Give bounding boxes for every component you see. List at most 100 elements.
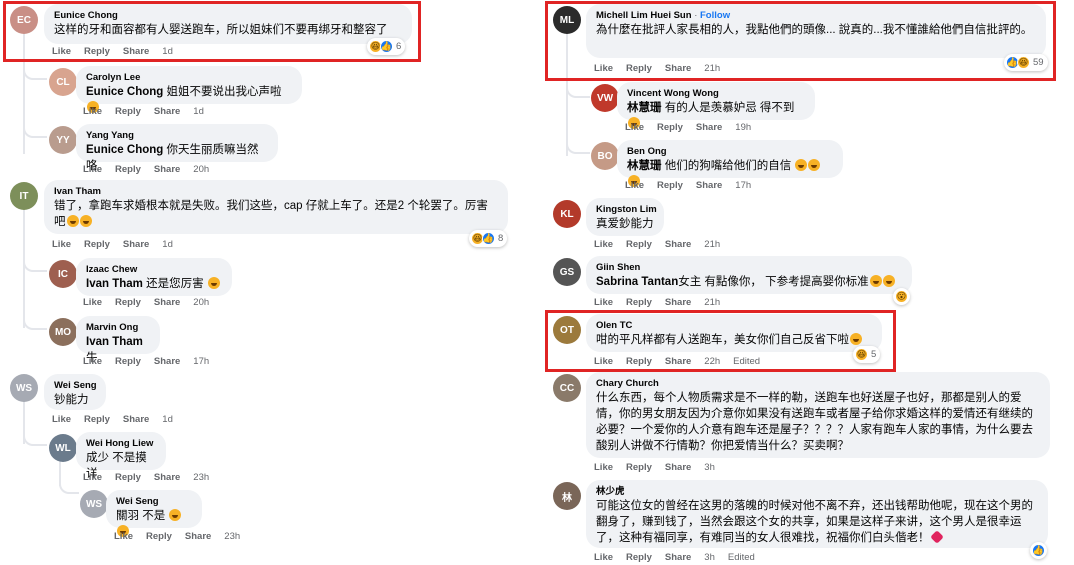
reply-button[interactable]: Reply	[626, 462, 652, 473]
comment-author[interactable]: Vincent Wong Wong	[627, 87, 805, 100]
share-button[interactable]: Share	[185, 531, 211, 542]
share-button[interactable]: Share	[123, 239, 149, 250]
avatar[interactable]: MO	[49, 318, 77, 346]
mention-link[interactable]: 林慧珊	[627, 160, 662, 172]
comment-author[interactable]: Ivan Tham	[54, 185, 498, 198]
comment-author[interactable]: Carolyn Lee	[86, 71, 292, 84]
like-button[interactable]: Like	[83, 164, 102, 175]
comment-author[interactable]: 林少虎	[596, 485, 1038, 498]
comment-author[interactable]: Giin Shen	[596, 261, 902, 274]
reply-button[interactable]: Reply	[626, 297, 652, 308]
share-button[interactable]: Share	[665, 552, 691, 563]
reply-button[interactable]: Reply	[115, 106, 141, 117]
comment-author[interactable]: Marvin Ong	[86, 321, 150, 334]
timestamp[interactable]: 17h	[193, 356, 209, 367]
share-button[interactable]: Share	[154, 356, 180, 367]
comment-actions: Like Reply Share 20h	[83, 164, 222, 175]
reply-button[interactable]: Reply	[146, 531, 172, 542]
reply-button[interactable]: Reply	[115, 297, 141, 308]
comment-author[interactable]: Chary Church	[596, 377, 1040, 390]
timestamp[interactable]: 3h	[704, 462, 715, 473]
comment-text: 可能这位女的曾经在这男的落魄的时候对他不离不弃，还出钱帮助他呢，现在这个男的翻身…	[596, 500, 1033, 544]
timestamp[interactable]: 3h	[704, 552, 715, 563]
mention-link[interactable]: Eunice Chong	[86, 86, 163, 98]
share-button[interactable]: Share	[123, 414, 149, 425]
reply-button[interactable]: Reply	[657, 180, 683, 191]
timestamp[interactable]: 1d	[162, 414, 173, 425]
timestamp[interactable]: 21h	[704, 297, 720, 308]
share-button[interactable]: Share	[665, 462, 691, 473]
reply-button[interactable]: Reply	[657, 122, 683, 133]
timestamp[interactable]: 17h	[735, 180, 751, 191]
timestamp[interactable]: 20h	[193, 297, 209, 308]
reply-button[interactable]: Reply	[626, 552, 652, 563]
share-button[interactable]: Share	[154, 164, 180, 175]
share-button[interactable]: Share	[696, 122, 722, 133]
avatar[interactable]: IC	[49, 260, 77, 288]
mention-link[interactable]: Ivan Tham	[86, 336, 143, 348]
like-button[interactable]: Like	[83, 356, 102, 367]
reaction-summary[interactable]: 👍	[1030, 542, 1047, 559]
comment-author[interactable]: Wei Hong Liew	[86, 437, 156, 450]
reply-button[interactable]: Reply	[84, 414, 110, 425]
share-button[interactable]: Share	[154, 106, 180, 117]
like-button[interactable]: Like	[52, 414, 71, 425]
timestamp[interactable]: 23h	[193, 472, 209, 483]
reply-button[interactable]: Reply	[84, 239, 110, 250]
comment-author[interactable]: Izaac Chew	[86, 263, 222, 276]
like-button[interactable]: Like	[594, 552, 613, 563]
share-button[interactable]: Share	[665, 239, 691, 250]
timestamp[interactable]: 19h	[735, 122, 751, 133]
avatar[interactable]: WS	[10, 374, 38, 402]
like-button[interactable]: Like	[594, 462, 613, 473]
comment-author[interactable]: Yang Yang	[86, 129, 268, 142]
avatar[interactable]: IT	[10, 182, 38, 210]
like-button[interactable]: Like	[594, 239, 613, 250]
timestamp[interactable]: 1d	[162, 239, 173, 250]
comment-author[interactable]: Kingston Lim	[596, 203, 657, 216]
mention-link[interactable]: 林慧珊	[627, 102, 662, 114]
reply-button[interactable]: Reply	[115, 356, 141, 367]
mention-link[interactable]: Ivan Tham	[86, 278, 143, 290]
laughing-emoji	[869, 275, 882, 287]
laughing-emoji	[66, 215, 79, 227]
like-button[interactable]: Like	[83, 297, 102, 308]
thread-branch	[566, 134, 590, 154]
reply-button[interactable]: Reply	[115, 472, 141, 483]
timestamp[interactable]: 20h	[193, 164, 209, 175]
reply-button[interactable]: Reply	[115, 164, 141, 175]
share-button[interactable]: Share	[154, 297, 180, 308]
share-button[interactable]: Share	[154, 472, 180, 483]
highlight-box	[545, 1, 1056, 81]
avatar[interactable]: CL	[49, 68, 77, 96]
reply-button[interactable]: Reply	[626, 239, 652, 250]
timestamp[interactable]: 21h	[704, 239, 720, 250]
like-button[interactable]: Like	[52, 239, 71, 250]
avatar[interactable]: KL	[553, 200, 581, 228]
comment-author[interactable]: Wei Seng	[116, 495, 192, 508]
reaction-summary[interactable]: 😆 👍 8	[469, 230, 508, 247]
avatar[interactable]: 林	[553, 482, 581, 510]
reaction-summary[interactable]: 😮	[893, 288, 910, 305]
comment-author[interactable]: Wei Seng	[54, 379, 97, 392]
timestamp[interactable]: 23h	[224, 531, 240, 542]
mention-link[interactable]: Sabrina Tantan	[596, 276, 678, 288]
avatar[interactable]: WL	[49, 434, 77, 462]
like-button[interactable]: Like	[625, 180, 644, 191]
avatar[interactable]: CC	[553, 374, 581, 402]
mention-link[interactable]: Eunice Chong	[86, 144, 163, 156]
like-button[interactable]: Like	[625, 122, 644, 133]
avatar[interactable]: GS	[553, 258, 581, 286]
comment-author[interactable]: Ben Ong	[627, 145, 833, 158]
avatar[interactable]: YY	[49, 126, 77, 154]
like-button[interactable]: Like	[594, 297, 613, 308]
like-button[interactable]: Like	[83, 472, 102, 483]
avatar[interactable]: BO	[591, 142, 619, 170]
timestamp[interactable]: 1d	[193, 106, 204, 117]
like-button[interactable]: Like	[114, 531, 133, 542]
avatar[interactable]: WS	[80, 490, 108, 518]
avatar[interactable]: VW	[591, 84, 619, 112]
share-button[interactable]: Share	[696, 180, 722, 191]
like-button[interactable]: Like	[83, 106, 102, 117]
share-button[interactable]: Share	[665, 297, 691, 308]
